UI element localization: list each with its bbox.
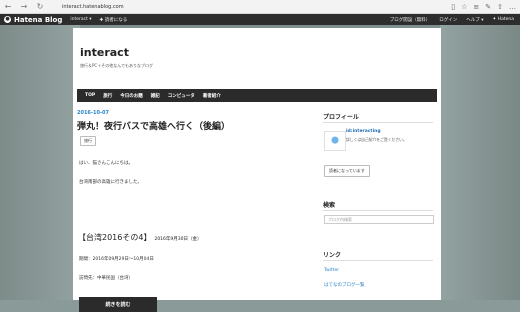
- profile-description: 詳しくは自己紹介をご覧ください。: [346, 137, 407, 142]
- category-tag[interactable]: 旅行: [80, 136, 96, 146]
- hatena-logo-icon: ●: [4, 16, 11, 23]
- links-heading: リンク: [323, 252, 342, 259]
- reader-button[interactable]: 読者になっています: [324, 165, 370, 177]
- links-divider: [323, 260, 433, 261]
- post-date[interactable]: 2016-10-07: [77, 110, 109, 116]
- favorite-star-icon[interactable]: ☆: [461, 3, 467, 11]
- hatena-bar: ● Hatena Blog interact ▾ ✚ 読者になる ブログ開設（無…: [0, 14, 520, 25]
- hatena-blog-logo[interactable]: ● Hatena Blog: [4, 16, 62, 24]
- login-link[interactable]: ログイン: [439, 17, 457, 23]
- open-blog-link[interactable]: ブログ開設（無料）: [390, 17, 431, 23]
- section-title: 【台湾2016その4】: [78, 233, 152, 242]
- nav-item-misc[interactable]: 雑記: [151, 93, 160, 99]
- blog-title[interactable]: interact: [80, 46, 129, 59]
- period-text: 期間：2016年09月29日〜10月04日: [79, 257, 154, 262]
- reading-view-icon[interactable]: ▯: [451, 3, 455, 11]
- profile-divider: [323, 122, 433, 123]
- nav-item-author[interactable]: 著者紹介: [203, 93, 221, 99]
- share-icon[interactable]: ⇧: [497, 3, 503, 11]
- profile-id-link[interactable]: id:interacting: [346, 129, 381, 134]
- section-date: 2016年9月30日（金）: [154, 237, 202, 242]
- browser-toolbar: ← → ↻ interact.hatenablog.com ▯ ☆ ≡ ✎ ⇧ …: [0, 0, 520, 14]
- nav-item-travel[interactable]: 旅行: [103, 93, 112, 99]
- blog-menu[interactable]: interact ▾: [70, 17, 91, 22]
- forward-arrow-icon[interactable]: →: [16, 0, 32, 13]
- profile-avatar[interactable]: [324, 131, 346, 151]
- notes-icon[interactable]: ✎: [485, 3, 491, 11]
- link-blog-list[interactable]: はてなのブログ一覧: [324, 282, 365, 288]
- hub-icon[interactable]: ≡: [473, 3, 479, 11]
- profile-heading: プロフィール: [323, 114, 359, 121]
- subscribe-link[interactable]: ✚ 読者になる: [100, 17, 128, 23]
- nav-item-computer[interactable]: コンピュータ: [168, 93, 195, 99]
- search-divider: [323, 210, 433, 211]
- post-title[interactable]: 弾丸！夜行バスで高雄へ行く（後編）: [77, 119, 230, 132]
- url-text: interact.hatenablog.com: [62, 3, 124, 10]
- address-bar[interactable]: interact.hatenablog.com: [62, 1, 422, 12]
- section-heading: 【台湾2016その4】 2016年9月30日（金）: [78, 232, 202, 243]
- help-menu[interactable]: ヘルプ ▾: [466, 17, 483, 23]
- more-icon[interactable]: …: [509, 3, 516, 11]
- link-twitter[interactable]: Twitter: [324, 268, 339, 273]
- hatena-link[interactable]: ✦ Hatena: [493, 17, 515, 22]
- visit-text: 訪問先：中華民国（台湾）: [79, 276, 133, 281]
- post-paragraph-2: 台湾南部の高雄に行きました。: [79, 180, 142, 185]
- search-heading: 検索: [323, 202, 336, 209]
- background-left: [0, 25, 80, 300]
- back-arrow-icon[interactable]: ←: [0, 0, 16, 13]
- background-right: [440, 25, 520, 300]
- hatena-logo-text: Hatena Blog: [14, 15, 63, 24]
- blog-search-input[interactable]: ブログ内検索: [324, 215, 434, 224]
- nav-item-topic[interactable]: 今日のお題: [120, 93, 143, 99]
- global-nav: TOP 旅行 今日のお題 雑記 コンピュータ 著者紹介: [77, 89, 437, 102]
- blog-description: 旅行＆PC＋その他なんでもありなブログ: [80, 63, 154, 68]
- post-paragraph-1: はい、猫さんこんにちは。: [79, 161, 133, 166]
- reload-icon[interactable]: ↻: [32, 0, 48, 13]
- read-more-button[interactable]: 続きを読む: [79, 297, 157, 312]
- nav-item-top[interactable]: TOP: [85, 93, 95, 98]
- blog-page: interact 旅行＆PC＋その他なんでもありなブログ TOP 旅行 今日のお…: [73, 28, 441, 312]
